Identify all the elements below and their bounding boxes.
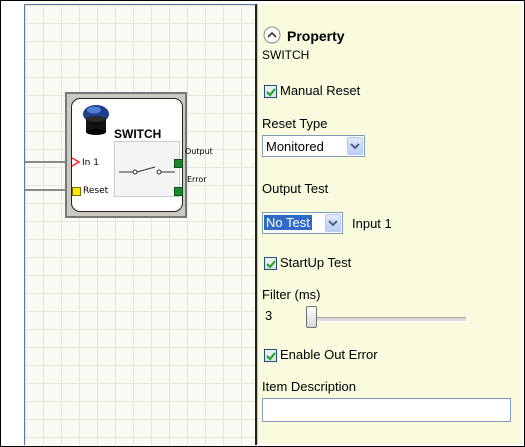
switch-block[interactable]: SWITCH In 1 Reset (71, 98, 183, 212)
filter-slider-thumb[interactable] (306, 306, 317, 328)
property-panel: Property SWITCH Manual Reset Reset Type … (257, 4, 522, 444)
manual-reset-checkbox[interactable] (264, 85, 277, 98)
output-label-error: Error (187, 175, 207, 184)
input-label-in1: In 1 (82, 158, 99, 168)
panel-subtitle: SWITCH (262, 48, 310, 62)
startup-test-checkbox[interactable] (264, 257, 277, 270)
filter-value: 3 (265, 308, 273, 323)
input-label-reset: Reset (83, 186, 109, 196)
panel-title: Property (287, 28, 345, 44)
reset-type-select[interactable]: Monitored (262, 135, 365, 157)
chevron-down-icon (328, 220, 338, 227)
switch-symbol (114, 141, 180, 197)
reset-type-label: Reset Type (262, 116, 328, 131)
startup-test-label: StartUp Test (280, 255, 352, 270)
check-icon (266, 88, 276, 97)
error-pin[interactable] (174, 187, 183, 196)
reset-type-value: Monitored (266, 139, 324, 154)
manual-reset-label: Manual Reset (280, 83, 361, 98)
filter-slider-track[interactable] (310, 317, 466, 322)
output-test-label: Output Test (262, 181, 329, 196)
diagram-canvas[interactable]: SWITCH In 1 Reset Output Error (24, 4, 257, 445)
item-description-label: Item Description (262, 379, 356, 394)
dropdown-button[interactable] (325, 214, 341, 232)
block-title: SWITCH (114, 127, 162, 141)
filter-label: Filter (ms) (262, 287, 321, 302)
output-test-input: Input 1 (352, 216, 392, 231)
check-icon (266, 260, 276, 269)
window-frame: SWITCH In 1 Reset Output Error Property … (0, 0, 525, 447)
output-pin[interactable] (174, 159, 183, 168)
dropdown-button[interactable] (347, 137, 363, 155)
input-pin-marker (71, 157, 81, 167)
output-test-select[interactable]: No Test (262, 212, 343, 234)
enable-out-error-checkbox[interactable] (264, 349, 277, 362)
chevron-down-icon (350, 143, 360, 150)
collapse-icon[interactable] (263, 26, 281, 44)
output-label-output: Output (185, 147, 213, 156)
enable-out-error-label: Enable Out Error (280, 347, 378, 362)
reset-pin[interactable] (72, 187, 81, 196)
output-test-value: No Test (264, 215, 312, 230)
item-description-input[interactable] (262, 398, 511, 422)
check-icon (266, 352, 276, 361)
mushroom-button-icon (80, 103, 112, 142)
